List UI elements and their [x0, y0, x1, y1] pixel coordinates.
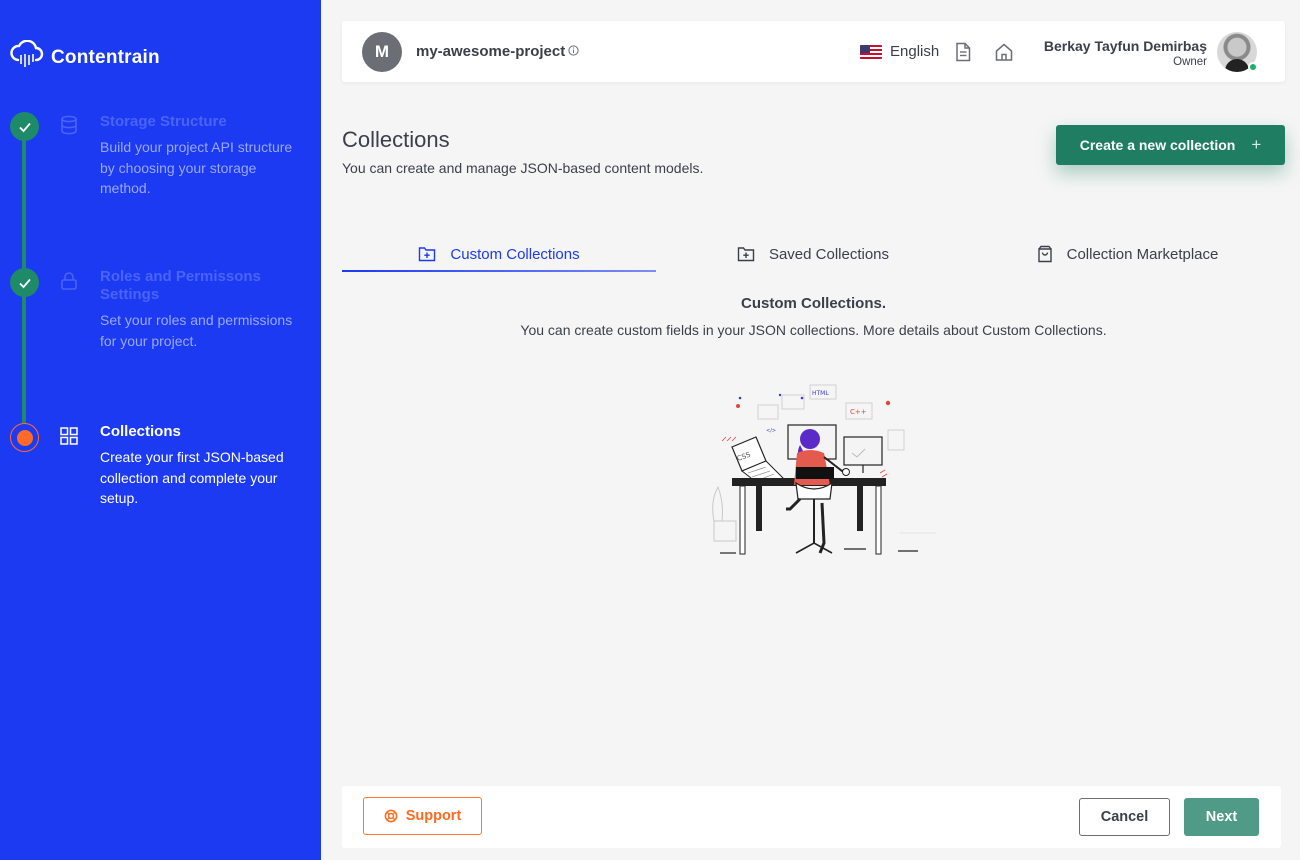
step-title-collections[interactable]: Collections — [100, 423, 300, 441]
tab-label: Custom Collections — [450, 245, 580, 263]
user-role: Owner — [1173, 56, 1207, 68]
step-title-roles[interactable]: Roles and Permissons Settings — [100, 268, 300, 304]
sidebar: Contentrain Storage Structure Build your… — [0, 0, 321, 860]
footer-bar: Support Cancel Next — [342, 786, 1281, 848]
step-connector — [22, 296, 26, 424]
support-label: Support — [405, 808, 462, 824]
create-collection-label: Create a new collection — [1079, 137, 1236, 153]
svg-text:C++: C++ — [850, 408, 867, 416]
tab-collection-marketplace[interactable]: Collection Marketplace — [970, 236, 1285, 272]
collection-tabs: Custom Collections Saved Collections Col… — [342, 236, 1285, 272]
page-subtitle: You can create and manage JSON-based con… — [342, 160, 704, 176]
info-icon[interactable] — [568, 43, 579, 61]
step-done-indicator — [10, 268, 39, 297]
cancel-button[interactable]: Cancel — [1079, 798, 1170, 836]
step-desc-roles: Set your roles and permissions for your … — [100, 312, 293, 349]
project-avatar[interactable]: M — [362, 32, 402, 72]
check-icon — [18, 122, 31, 132]
step-title-storage[interactable]: Storage Structure — [100, 113, 300, 131]
top-bar: M my-awesome-project English Berkay Tayf… — [342, 21, 1285, 82]
developer-illustration: HTML C++ </> CSS — [712, 384, 936, 555]
check-icon — [18, 278, 31, 288]
plus-icon: + — [1251, 135, 1262, 154]
user-name[interactable]: Berkay Tayfun Demirbaş — [1044, 38, 1207, 54]
step-active-indicator — [10, 423, 39, 452]
section-title: Custom Collections. — [740, 295, 886, 312]
svg-text:HTML: HTML — [812, 390, 829, 397]
lifebuoy-icon — [384, 809, 398, 823]
lock-icon — [58, 270, 80, 292]
tab-label: Saved Collections — [768, 245, 890, 263]
brand-logo[interactable]: Contentrain — [9, 39, 160, 75]
create-collection-button[interactable]: Create a new collection + — [1056, 125, 1285, 165]
language-selector[interactable]: English — [860, 43, 939, 60]
us-flag-icon — [860, 44, 882, 59]
page-title: Collections — [342, 127, 450, 152]
brand-name: Contentrain — [51, 46, 160, 68]
database-icon — [58, 114, 80, 136]
home-icon[interactable] — [994, 42, 1014, 67]
folder-plus-icon — [737, 247, 755, 262]
support-button[interactable]: Support — [363, 797, 482, 835]
step-desc-storage: Build your project API structure by choo… — [100, 139, 293, 196]
grid-icon — [58, 425, 80, 447]
tab-custom-collections[interactable]: Custom Collections — [342, 236, 656, 272]
svg-text:</>: </> — [766, 428, 776, 434]
online-status-indicator — [1248, 62, 1258, 72]
shopping-bag-icon — [1037, 245, 1052, 263]
tab-saved-collections[interactable]: Saved Collections — [656, 236, 970, 272]
next-button[interactable]: Next — [1184, 798, 1259, 836]
active-tab-indicator — [342, 270, 656, 272]
step-done-indicator — [10, 112, 39, 141]
section-description: You can create custom fields in your JSO… — [520, 322, 1107, 338]
folder-plus-icon — [419, 247, 436, 262]
project-name[interactable]: my-awesome-project — [416, 43, 565, 60]
language-label: English — [890, 43, 940, 60]
step-desc-collections: Create your first JSON-based collection … — [100, 449, 284, 506]
cloud-rain-icon — [9, 39, 45, 75]
tab-label: Collection Marketplace — [1066, 245, 1219, 263]
step-connector — [22, 140, 26, 270]
document-icon[interactable] — [954, 42, 972, 67]
